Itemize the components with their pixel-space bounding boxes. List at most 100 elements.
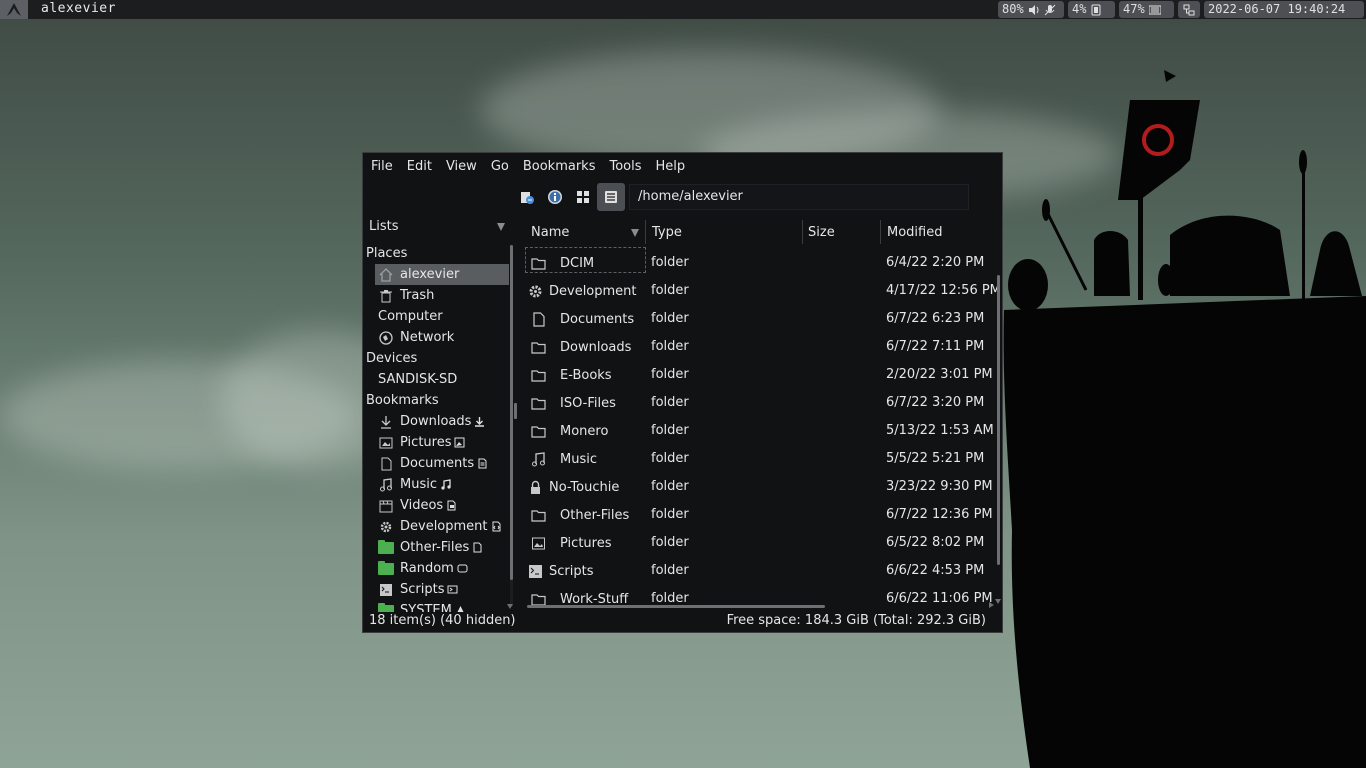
video-icon	[378, 498, 394, 514]
info-button[interactable]	[541, 183, 569, 211]
horizontal-scrollbar[interactable]	[527, 605, 825, 608]
file-type: folder	[651, 283, 689, 298]
file-row[interactable]: DCIM folder 6/4/22 2:20 PM	[521, 247, 1002, 277]
clock[interactable]: 2022-06-07 19:40:24	[1204, 1, 1364, 18]
menu-edit[interactable]: Edit	[401, 153, 438, 180]
file-name-label: Monero	[560, 423, 609, 439]
sidebar-item-pictures[interactable]: Pictures	[363, 432, 509, 453]
file-type: folder	[651, 311, 689, 326]
sidebar-item-trash[interactable]: Trash	[363, 285, 509, 306]
file-row[interactable]: E-Books folder 2/20/22 3:01 PM	[521, 361, 1002, 389]
file-row[interactable]: Music folder 5/5/22 5:21 PM	[521, 445, 1002, 473]
sidebar-scrollbar[interactable]	[510, 245, 513, 607]
menu-help[interactable]: Help	[650, 153, 692, 180]
sidebar: Lists Places alexevier Trash Computer Ne…	[363, 215, 513, 612]
file-row[interactable]: Scripts folder 6/6/22 4:53 PM	[521, 557, 1002, 585]
section-places: Places	[366, 246, 408, 261]
sidebar-item-other-files[interactable]: Other-Files	[363, 537, 509, 558]
sidebar-item-music[interactable]: Music	[363, 474, 509, 495]
menu-view[interactable]: View	[440, 153, 483, 180]
file-type: folder	[651, 339, 689, 354]
menu-file[interactable]: File	[365, 153, 399, 180]
mic-indicator[interactable]: 4%	[1068, 1, 1115, 18]
sidebar-item-label: alexevier	[400, 267, 460, 282]
file-row[interactable]: No-Touchie folder 3/23/22 9:30 PM	[521, 473, 1002, 501]
network-icon	[1183, 4, 1195, 15]
location-button[interactable]	[513, 183, 541, 211]
code-emblem-icon	[491, 521, 502, 532]
file-type: folder	[651, 451, 689, 466]
list-view-button[interactable]	[597, 183, 625, 211]
sidebar-item-development[interactable]: Development	[363, 516, 509, 537]
speaker-icon	[1028, 4, 1039, 15]
file-name-label: DCIM	[560, 255, 595, 271]
trash-icon	[378, 288, 394, 304]
sidebar-item-scripts[interactable]: Scripts	[363, 579, 509, 600]
file-row[interactable]: Development folder 4/17/22 12:56 PM	[521, 277, 1002, 305]
path-input[interactable]: /home/alexevier	[629, 184, 969, 210]
file-name-label: E-Books	[560, 367, 612, 383]
scroll-right-arrow-icon[interactable]	[989, 602, 994, 608]
sidebar-item-label: SANDISK-SD	[378, 372, 458, 387]
arch-logo-icon[interactable]	[0, 0, 28, 19]
volume-value: 80%	[1002, 2, 1024, 16]
menu-go[interactable]: Go	[485, 153, 515, 180]
pane-splitter-handle[interactable]	[514, 403, 517, 419]
clock-datetime: 2022-06-07 19:40:24	[1208, 2, 1346, 16]
sidebar-item-label: Downloads	[400, 414, 472, 429]
sidebar-item-downloads[interactable]: Downloads	[363, 411, 509, 432]
column-separator	[880, 220, 881, 244]
file-type: folder	[651, 255, 689, 270]
folder-icon	[530, 395, 546, 411]
folder-icon	[530, 339, 546, 355]
file-row[interactable]: Other-Files folder 6/7/22 12:36 PM	[521, 501, 1002, 529]
memory-indicator[interactable]: 47%	[1119, 1, 1174, 18]
network-globe-icon	[378, 330, 394, 346]
file-name: DCIM	[530, 255, 594, 271]
sidebar-lists-selector[interactable]: Lists	[363, 215, 513, 239]
file-name-label: ISO-Files	[560, 395, 616, 411]
sidebar-item-sandisk[interactable]: SANDISK-SD	[363, 369, 509, 390]
file-row[interactable]: Pictures folder 6/5/22 8:02 PM	[521, 529, 1002, 557]
sidebar-item-computer[interactable]: Computer	[363, 306, 509, 327]
column-header-size[interactable]: Size	[808, 225, 835, 240]
vertical-scrollbar[interactable]	[997, 275, 1000, 565]
file-modified: 5/5/22 5:21 PM	[886, 451, 985, 466]
scroll-down-arrow-icon[interactable]	[995, 599, 1001, 604]
document-emblem-icon	[477, 458, 488, 469]
file-row[interactable]: ISO-Files folder 6/7/22 3:20 PM	[521, 389, 1002, 417]
sort-arrow-icon	[631, 229, 639, 237]
music-emblem-icon	[440, 479, 451, 490]
column-header-name[interactable]: Name	[531, 225, 569, 240]
network-indicator[interactable]	[1178, 1, 1200, 18]
sidebar-item-label: Random	[400, 561, 454, 576]
info-icon	[548, 190, 562, 204]
sidebar-item-network[interactable]: Network	[363, 327, 509, 348]
sidebar-item-random[interactable]: Random	[363, 558, 509, 579]
file-name-label: Pictures	[560, 535, 612, 551]
column-header-modified[interactable]: Modified	[887, 225, 942, 240]
file-name-label: Music	[560, 451, 597, 467]
file-row[interactable]: Documents folder 6/7/22 6:23 PM	[521, 305, 1002, 333]
menu-tools[interactable]: Tools	[603, 153, 647, 180]
volume-indicator[interactable]: 80%	[998, 1, 1064, 18]
memory-value: 47%	[1123, 2, 1145, 16]
document-icon	[378, 456, 394, 472]
icon-view-button[interactable]	[569, 183, 597, 211]
sidebar-item-documents[interactable]: Documents	[363, 453, 509, 474]
file-type: folder	[651, 367, 689, 382]
sidebar-item-label: Music	[400, 477, 437, 492]
free-space: Free space: 184.3 GiB (Total: 292.3 GiB)	[726, 613, 986, 628]
file-manager-window: File Edit View Go Bookmarks Tools Help /…	[362, 152, 1003, 633]
status-bar: 18 item(s) (40 hidden) Free space: 184.3…	[363, 611, 1002, 632]
sidebar-item-alexevier[interactable]: alexevier	[375, 264, 509, 285]
folder-icon	[530, 255, 546, 271]
column-header-type[interactable]: Type	[652, 225, 682, 240]
file-row[interactable]: Downloads folder 6/7/22 7:11 PM	[521, 333, 1002, 361]
sidebar-item-videos[interactable]: Videos	[363, 495, 509, 516]
file-row[interactable]: Monero folder 5/13/22 1:53 AM	[521, 417, 1002, 445]
file-name: E-Books	[530, 367, 612, 383]
menu-bookmarks[interactable]: Bookmarks	[517, 153, 602, 180]
file-name: Development	[527, 283, 637, 299]
scroll-down-arrow-icon[interactable]	[507, 604, 513, 609]
